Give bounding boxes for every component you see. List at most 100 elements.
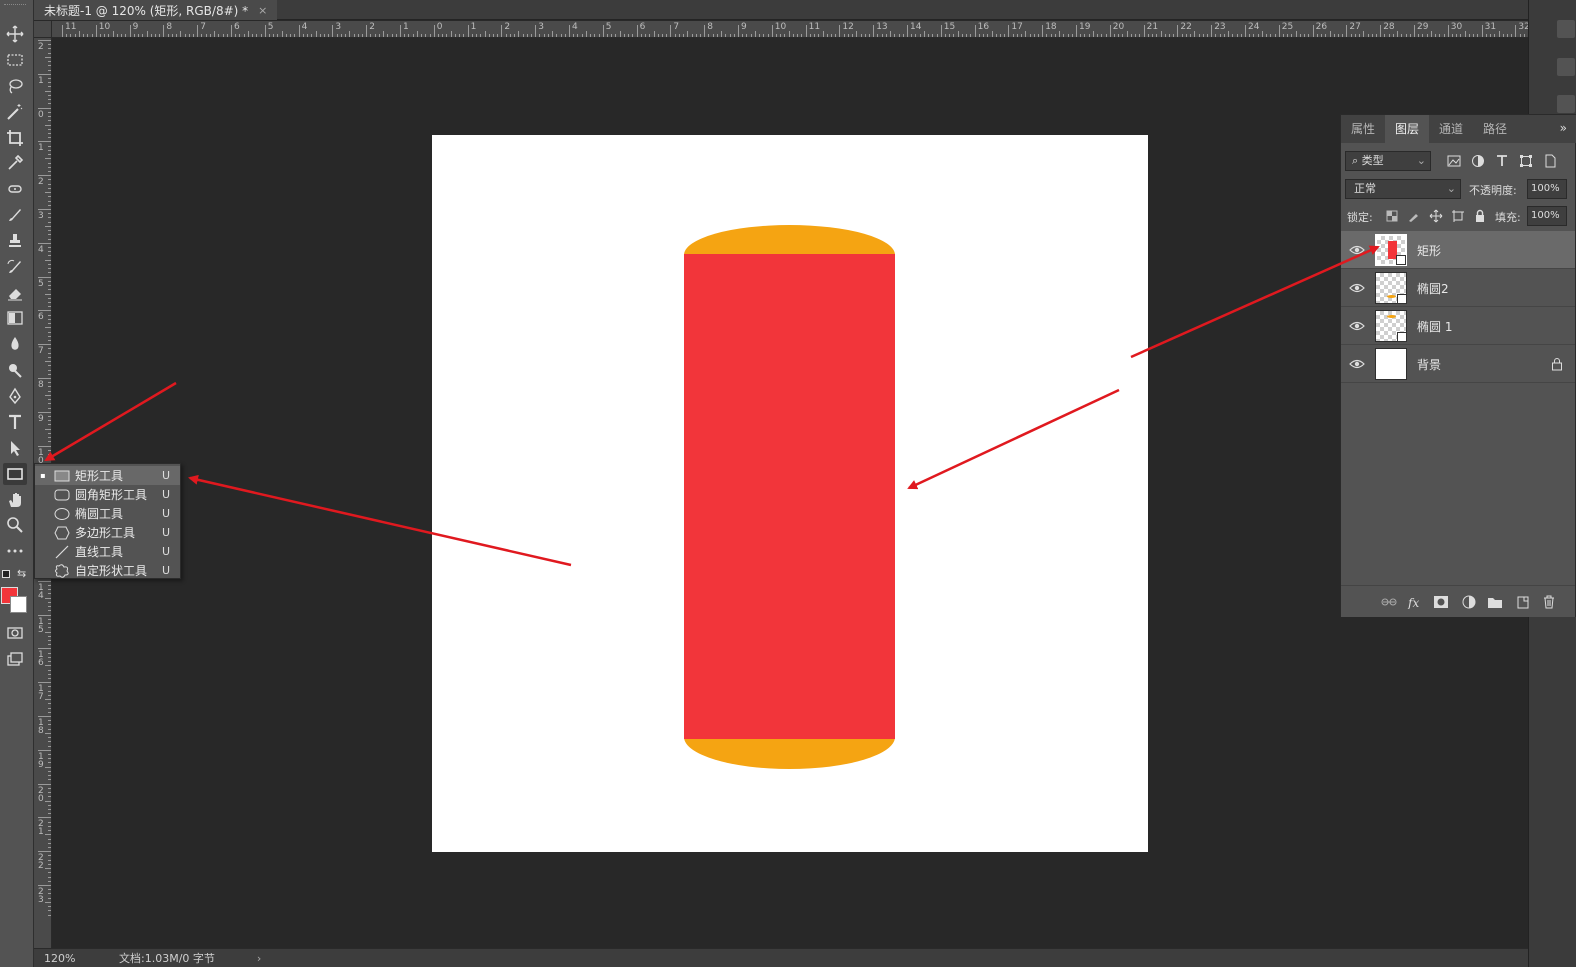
default-colors-icon[interactable] [2, 570, 10, 578]
gradient-tool[interactable] [3, 307, 27, 329]
eye-icon[interactable] [1349, 243, 1365, 257]
layer-row[interactable]: 椭圆 1 [1341, 307, 1575, 345]
panel-icon-3[interactable] [1557, 95, 1575, 113]
rectangle-icon [54, 470, 70, 481]
eye-icon[interactable] [1349, 319, 1365, 333]
layer-name[interactable]: 矩形 [1417, 242, 1441, 259]
flyout-item[interactable]: 椭圆工具 U [35, 504, 180, 523]
ruler-label: 5 [267, 22, 274, 32]
lock-position-icon[interactable] [1429, 209, 1443, 223]
smart-object-filter-icon[interactable] [1543, 154, 1557, 168]
lock-transparent-pixels-icon[interactable] [1385, 209, 1399, 223]
ruler-tick [467, 25, 469, 37]
blur-tool[interactable] [3, 333, 27, 355]
panel-tab[interactable]: 图层 [1385, 115, 1430, 143]
quick-mask-button[interactable] [3, 622, 27, 644]
ruler-tick [535, 25, 537, 37]
brush-tool[interactable] [3, 204, 27, 226]
layer-row[interactable]: 背景 [1341, 345, 1575, 383]
layer-thumbnail[interactable] [1375, 348, 1407, 380]
chevron-down-icon: ⌄ [1416, 154, 1426, 167]
eye-icon[interactable] [1349, 357, 1365, 371]
eraser-tool[interactable] [3, 282, 27, 304]
crop-tool[interactable] [3, 127, 27, 149]
adjustment-layer-icon[interactable] [1461, 595, 1477, 609]
lock-image-pixels-icon[interactable] [1407, 209, 1421, 223]
marquee-tool[interactable] [3, 49, 27, 71]
active-marker: ▪ [40, 471, 46, 480]
layer-thumbnail[interactable] [1375, 310, 1407, 342]
zoom-level[interactable]: 120% [34, 952, 84, 965]
more-tools[interactable] [3, 540, 27, 562]
ruler-minor-tick [45, 192, 51, 194]
zoom-tool[interactable] [3, 514, 27, 536]
layer-row[interactable]: 椭圆2 [1341, 269, 1575, 307]
panel-icon-2[interactable] [1557, 58, 1575, 76]
ruler-tick [38, 40, 51, 41]
magic-wand-tool[interactable] [3, 101, 27, 123]
lock-all-icon[interactable] [1473, 209, 1487, 223]
history-brush-tool[interactable] [3, 256, 27, 278]
new-group-icon[interactable] [1487, 595, 1503, 609]
background-color-swatch[interactable] [10, 596, 27, 613]
healing-tool[interactable] [3, 178, 27, 200]
pixel-layer-filter-icon[interactable] [1447, 154, 1461, 168]
adjustment-layer-filter-icon[interactable] [1471, 154, 1485, 168]
lasso-tool[interactable] [3, 75, 27, 97]
layer-name[interactable]: 背景 [1417, 356, 1441, 373]
swap-colors-icon[interactable]: ⇆ [17, 567, 26, 580]
blend-row: 正常 ⌄ 不透明度: 100% [1345, 179, 1573, 199]
type-tool[interactable] [3, 411, 27, 433]
fill-input[interactable]: 100% [1527, 206, 1567, 226]
document-tab[interactable]: 未标题-1 @ 120% (矩形, RGB/8#) * × [34, 0, 278, 20]
horizontal-ruler[interactable]: 11 10 9 8 7 6 5 4 3 2 1 0 1 2 3 4 5 6 7 8 9 10 11 12 13 14 15 16 17 1… [52, 21, 1528, 38]
layer-filter-select[interactable]: ⌕ 类型 ⌄ [1345, 151, 1431, 171]
lock-icon[interactable] [1551, 357, 1563, 371]
hand-tool[interactable] [3, 489, 27, 511]
type-layer-filter-icon[interactable] [1495, 154, 1509, 168]
pen-tool[interactable] [3, 385, 27, 407]
flyout-item[interactable]: 自定形状工具 U [35, 561, 180, 580]
layer-thumbnail[interactable] [1375, 234, 1407, 266]
add-mask-icon[interactable] [1433, 595, 1449, 609]
panel-menu-icon[interactable]: » [1560, 121, 1567, 135]
blend-mode-select[interactable]: 正常 ⌄ [1345, 179, 1461, 199]
eyedropper-tool[interactable] [3, 152, 27, 174]
new-layer-icon[interactable] [1515, 595, 1531, 609]
screen-mode-button[interactable] [3, 648, 27, 670]
dodge-tool[interactable] [3, 359, 27, 381]
panel-tab[interactable]: 路径 [1473, 115, 1517, 143]
layer-name[interactable]: 椭圆 1 [1417, 318, 1452, 335]
ruler-label: 15 [943, 22, 956, 32]
layer-thumbnail[interactable] [1375, 272, 1407, 304]
document-canvas[interactable] [432, 135, 1148, 852]
ruler-minor-tick [1092, 31, 1094, 37]
layer-name[interactable]: 椭圆2 [1417, 280, 1449, 297]
ruler-minor-tick [856, 31, 858, 37]
flyout-item[interactable]: ▪ 矩形工具 U [35, 466, 180, 485]
panel-icon-1[interactable] [1557, 20, 1575, 38]
close-tab-icon[interactable]: × [258, 4, 267, 17]
link-layers-icon[interactable] [1381, 595, 1397, 609]
delete-layer-icon[interactable] [1541, 595, 1557, 609]
ruler-label: 0 [436, 22, 443, 32]
rectangle-tool[interactable] [3, 463, 27, 485]
flyout-item[interactable]: 直线工具 U [35, 542, 180, 561]
layer-style-fx-icon[interactable]: fx [1407, 595, 1423, 609]
path-selection-tool[interactable] [3, 437, 27, 459]
shape-layer-filter-icon[interactable] [1519, 154, 1533, 168]
panel-tab[interactable]: 通道 [1429, 115, 1473, 143]
flyout-item[interactable]: 多边形工具 U [35, 523, 180, 542]
cylinder-body-rectangle[interactable] [684, 254, 895, 739]
lock-artboard-icon[interactable] [1451, 209, 1465, 223]
panel-tab[interactable]: 属性 [1341, 115, 1385, 143]
ruler-minor-tick [45, 665, 51, 667]
eye-icon[interactable] [1349, 281, 1365, 295]
ruler-label: 19 [1079, 22, 1091, 32]
flyout-item[interactable]: 圆角矩形工具 U [35, 485, 180, 504]
opacity-input[interactable]: 100% [1527, 179, 1567, 199]
move-tool[interactable] [3, 23, 27, 45]
status-menu-arrow[interactable]: › [257, 952, 261, 965]
layer-row[interactable]: 矩形 [1341, 231, 1575, 269]
stamp-tool[interactable] [3, 230, 27, 252]
